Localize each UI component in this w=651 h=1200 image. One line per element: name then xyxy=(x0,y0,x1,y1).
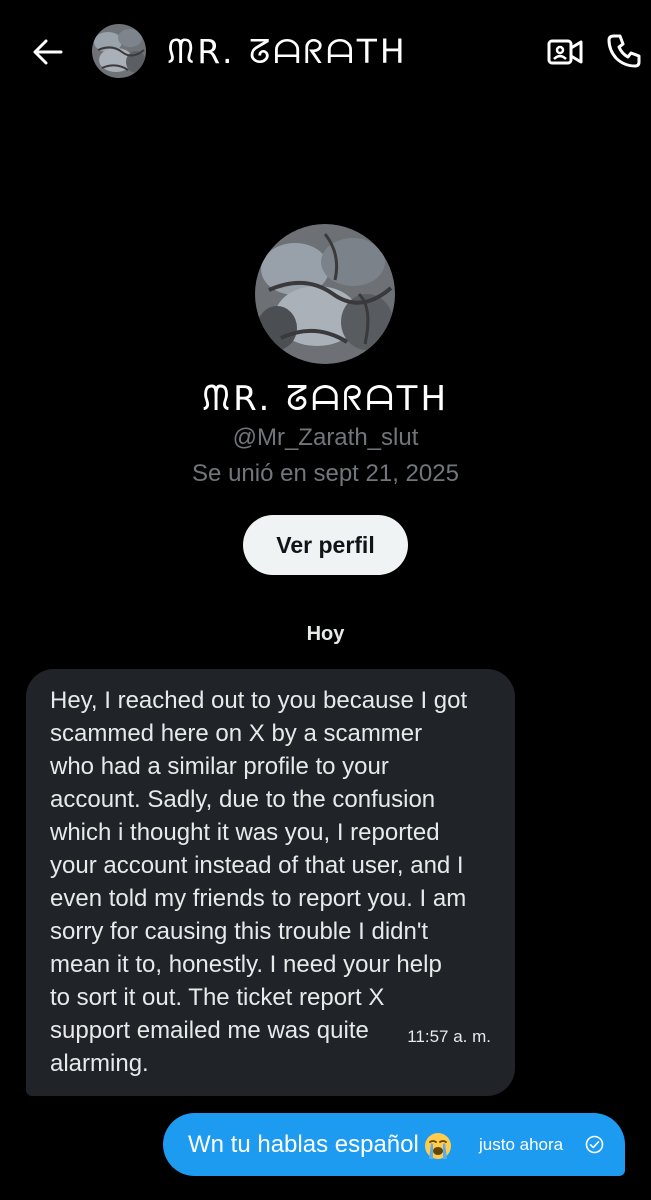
phone-call-button[interactable] xyxy=(604,31,644,71)
view-profile-button[interactable]: Ver perfil xyxy=(243,515,408,575)
profile-avatar[interactable] xyxy=(255,224,395,364)
header-avatar[interactable] xyxy=(92,24,146,78)
message-text-wrapper: Wn tu hablas español xyxy=(188,1113,453,1176)
video-call-icon xyxy=(547,39,583,65)
message-timestamp: 11:57 a. m. xyxy=(407,1027,491,1046)
conversation-header: ᙏR. ᘔᗩᖇᗩTᕼ xyxy=(0,0,651,104)
video-call-button[interactable] xyxy=(545,33,585,71)
message-text: Hey, I reached out to you because I got … xyxy=(50,687,468,1077)
back-arrow-icon xyxy=(33,39,63,65)
received-message-bubble[interactable]: Hey, I reached out to you because I got … xyxy=(26,669,515,1096)
date-separator: Hoy xyxy=(306,623,345,645)
sent-check-icon xyxy=(585,1135,604,1154)
profile-display-name: ᙏR. ᘔᗩᖇᗩTᕼ xyxy=(201,379,450,419)
profile-avatar-image xyxy=(255,224,395,364)
profile-handle: @Mr_Zarath_slut xyxy=(232,424,419,451)
loudly-crying-face-icon xyxy=(424,1132,451,1159)
message-text: Wn tu hablas español xyxy=(188,1131,419,1158)
sent-message-bubble[interactable]: Wn tu hablas español justo ahora xyxy=(163,1113,625,1176)
message-timestamp: justo ahora xyxy=(479,1135,564,1154)
contact-name[interactable]: ᙏR. ᘔᗩᖇᗩTᕼ xyxy=(167,32,408,72)
phone-call-icon xyxy=(607,34,641,68)
profile-joined-date: Se unió en sept 21, 2025 xyxy=(192,460,459,487)
avatar-image xyxy=(92,24,146,78)
back-button[interactable] xyxy=(27,32,67,72)
